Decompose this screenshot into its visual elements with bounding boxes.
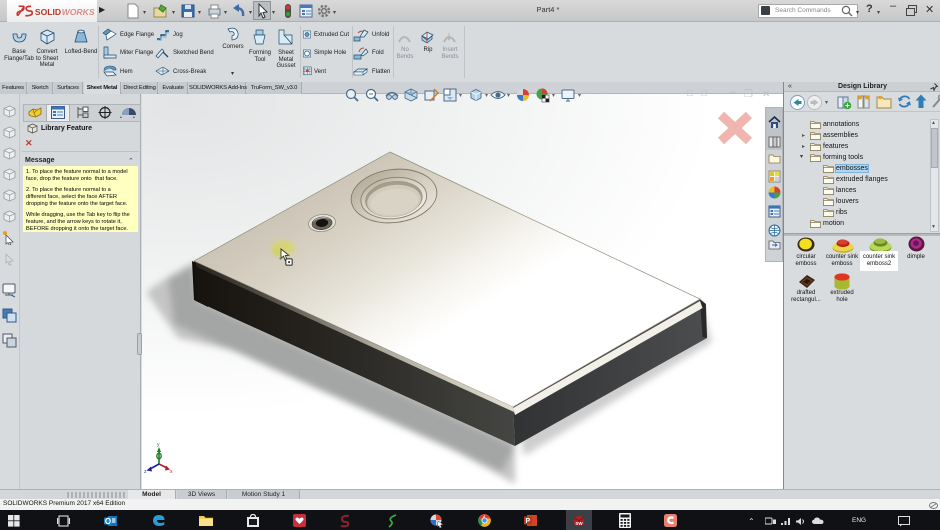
svg-text:x: x	[170, 469, 173, 475]
svg-text:P: P	[526, 518, 531, 525]
svg-text:WORKS: WORKS	[62, 7, 95, 17]
svg-text:z: z	[144, 469, 147, 475]
svg-text:SOLID: SOLID	[35, 7, 61, 17]
svg-text:SW: SW	[575, 521, 583, 526]
svg-text:y: y	[157, 442, 160, 448]
